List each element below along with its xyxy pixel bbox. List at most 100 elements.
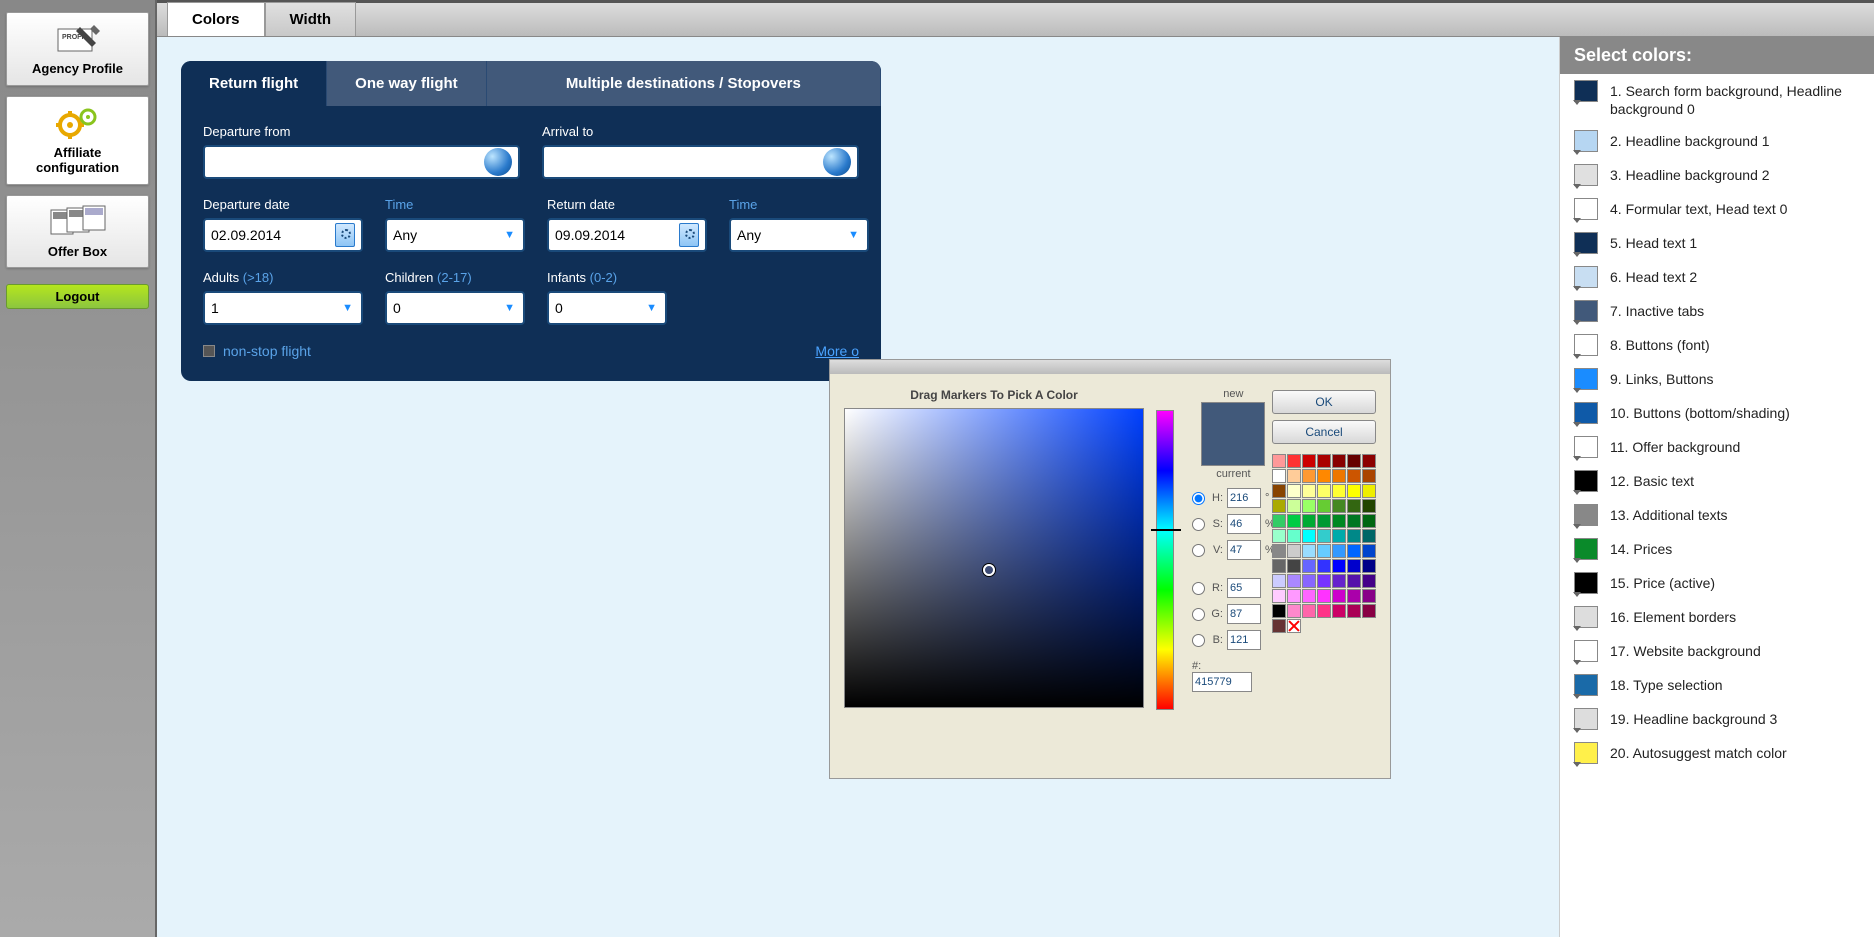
sv-marker[interactable] [983, 564, 995, 576]
preset-swatch[interactable] [1317, 589, 1331, 603]
ok-button[interactable]: OK [1272, 390, 1376, 414]
sv-gradient-box[interactable] [844, 408, 1144, 708]
h-radio[interactable] [1192, 492, 1205, 505]
preset-swatch[interactable] [1272, 574, 1286, 588]
preset-swatch[interactable] [1362, 499, 1376, 513]
preset-swatch[interactable] [1362, 469, 1376, 483]
preset-swatch[interactable] [1272, 589, 1286, 603]
color-item-5[interactable]: 5. Head text 1 [1560, 226, 1874, 260]
color-item-16[interactable]: 16. Element borders [1560, 600, 1874, 634]
color-item-12[interactable]: 12. Basic text [1560, 464, 1874, 498]
preset-swatch[interactable] [1332, 574, 1346, 588]
preset-swatch[interactable] [1362, 574, 1376, 588]
preset-swatch[interactable] [1317, 484, 1331, 498]
preset-swatch[interactable] [1347, 469, 1361, 483]
preset-swatch[interactable] [1317, 544, 1331, 558]
color-item-18[interactable]: 18. Type selection [1560, 668, 1874, 702]
preset-swatch[interactable] [1272, 529, 1286, 543]
children-select[interactable] [385, 291, 525, 325]
preset-swatch[interactable] [1287, 619, 1301, 633]
preset-swatch[interactable] [1272, 454, 1286, 468]
preset-swatch[interactable] [1317, 469, 1331, 483]
preset-swatch[interactable] [1287, 484, 1301, 498]
color-item-6[interactable]: 6. Head text 2 [1560, 260, 1874, 294]
preset-swatch[interactable] [1362, 559, 1376, 573]
form-tab-return[interactable]: Return flight [181, 61, 327, 106]
offer-box-button[interactable]: Offer Box [6, 195, 149, 269]
preset-swatch[interactable] [1287, 499, 1301, 513]
preset-swatch[interactable] [1332, 499, 1346, 513]
preset-swatch[interactable] [1347, 499, 1361, 513]
preset-swatch[interactable] [1347, 514, 1361, 528]
preset-swatch[interactable] [1302, 454, 1316, 468]
color-item-3[interactable]: 3. Headline background 2 [1560, 158, 1874, 192]
preset-swatch[interactable] [1332, 484, 1346, 498]
color-item-13[interactable]: 13. Additional texts [1560, 498, 1874, 532]
tab-colors[interactable]: Colors [167, 2, 265, 36]
calendar-icon[interactable] [679, 223, 699, 247]
color-item-17[interactable]: 17. Website background [1560, 634, 1874, 668]
preset-swatch[interactable] [1287, 544, 1301, 558]
dep-time-select[interactable] [385, 218, 525, 252]
preset-swatch[interactable] [1302, 589, 1316, 603]
preset-swatch[interactable] [1272, 544, 1286, 558]
preset-swatch[interactable] [1317, 514, 1331, 528]
preset-swatch[interactable] [1362, 544, 1376, 558]
preset-swatch[interactable] [1362, 529, 1376, 543]
preset-swatch[interactable] [1302, 499, 1316, 513]
color-item-20[interactable]: 20. Autosuggest match color [1560, 736, 1874, 770]
logout-button[interactable]: Logout [6, 284, 149, 309]
adults-select[interactable] [203, 291, 363, 325]
agency-profile-button[interactable]: PROFI Agency Profile [6, 12, 149, 86]
preset-swatch[interactable] [1317, 559, 1331, 573]
v-radio[interactable] [1192, 544, 1205, 557]
s-radio[interactable] [1192, 518, 1205, 531]
nonstop-checkbox[interactable]: non-stop flight [203, 343, 311, 359]
ret-time-select[interactable] [729, 218, 869, 252]
preset-swatch[interactable] [1347, 589, 1361, 603]
departure-from-input[interactable] [203, 145, 520, 179]
preset-swatch[interactable] [1287, 589, 1301, 603]
preset-swatch[interactable] [1287, 454, 1301, 468]
preset-swatch[interactable] [1347, 454, 1361, 468]
preset-swatch[interactable] [1272, 499, 1286, 513]
color-item-7[interactable]: 7. Inactive tabs [1560, 294, 1874, 328]
preset-swatch[interactable] [1347, 604, 1361, 618]
departure-date-input[interactable] [203, 218, 363, 252]
preset-swatch[interactable] [1347, 559, 1361, 573]
preset-swatch[interactable] [1272, 514, 1286, 528]
preset-swatch[interactable] [1302, 574, 1316, 588]
preset-swatch[interactable] [1287, 559, 1301, 573]
form-tab-oneway[interactable]: One way flight [327, 61, 487, 106]
cancel-button[interactable]: Cancel [1272, 420, 1376, 444]
preset-swatch[interactable] [1347, 574, 1361, 588]
preset-swatch[interactable] [1347, 529, 1361, 543]
preset-swatch[interactable] [1362, 514, 1376, 528]
affiliate-config-button[interactable]: Affiliate configuration [6, 96, 149, 185]
preset-swatch[interactable] [1302, 514, 1316, 528]
r-radio[interactable] [1192, 582, 1205, 595]
return-date-input[interactable] [547, 218, 707, 252]
preset-swatch[interactable] [1347, 544, 1361, 558]
arrival-to-input[interactable] [542, 145, 859, 179]
preset-swatch[interactable] [1272, 604, 1286, 618]
dialog-titlebar[interactable] [830, 360, 1390, 374]
preset-swatch[interactable] [1287, 469, 1301, 483]
preset-swatch[interactable] [1332, 559, 1346, 573]
color-item-9[interactable]: 9. Links, Buttons [1560, 362, 1874, 396]
preset-swatch[interactable] [1332, 529, 1346, 543]
preset-swatch[interactable] [1347, 484, 1361, 498]
preset-swatch[interactable] [1362, 589, 1376, 603]
tab-width[interactable]: Width [265, 2, 357, 36]
s-input[interactable] [1227, 514, 1261, 534]
infants-select[interactable] [547, 291, 667, 325]
color-item-14[interactable]: 14. Prices [1560, 532, 1874, 566]
preset-swatch[interactable] [1362, 604, 1376, 618]
form-tab-multi[interactable]: Multiple destinations / Stopovers [487, 61, 881, 106]
preset-swatch[interactable] [1332, 589, 1346, 603]
b-input[interactable] [1227, 630, 1261, 650]
hue-marker[interactable] [1151, 529, 1181, 531]
preset-swatch[interactable] [1287, 529, 1301, 543]
preset-swatch[interactable] [1302, 469, 1316, 483]
preset-swatch[interactable] [1302, 484, 1316, 498]
